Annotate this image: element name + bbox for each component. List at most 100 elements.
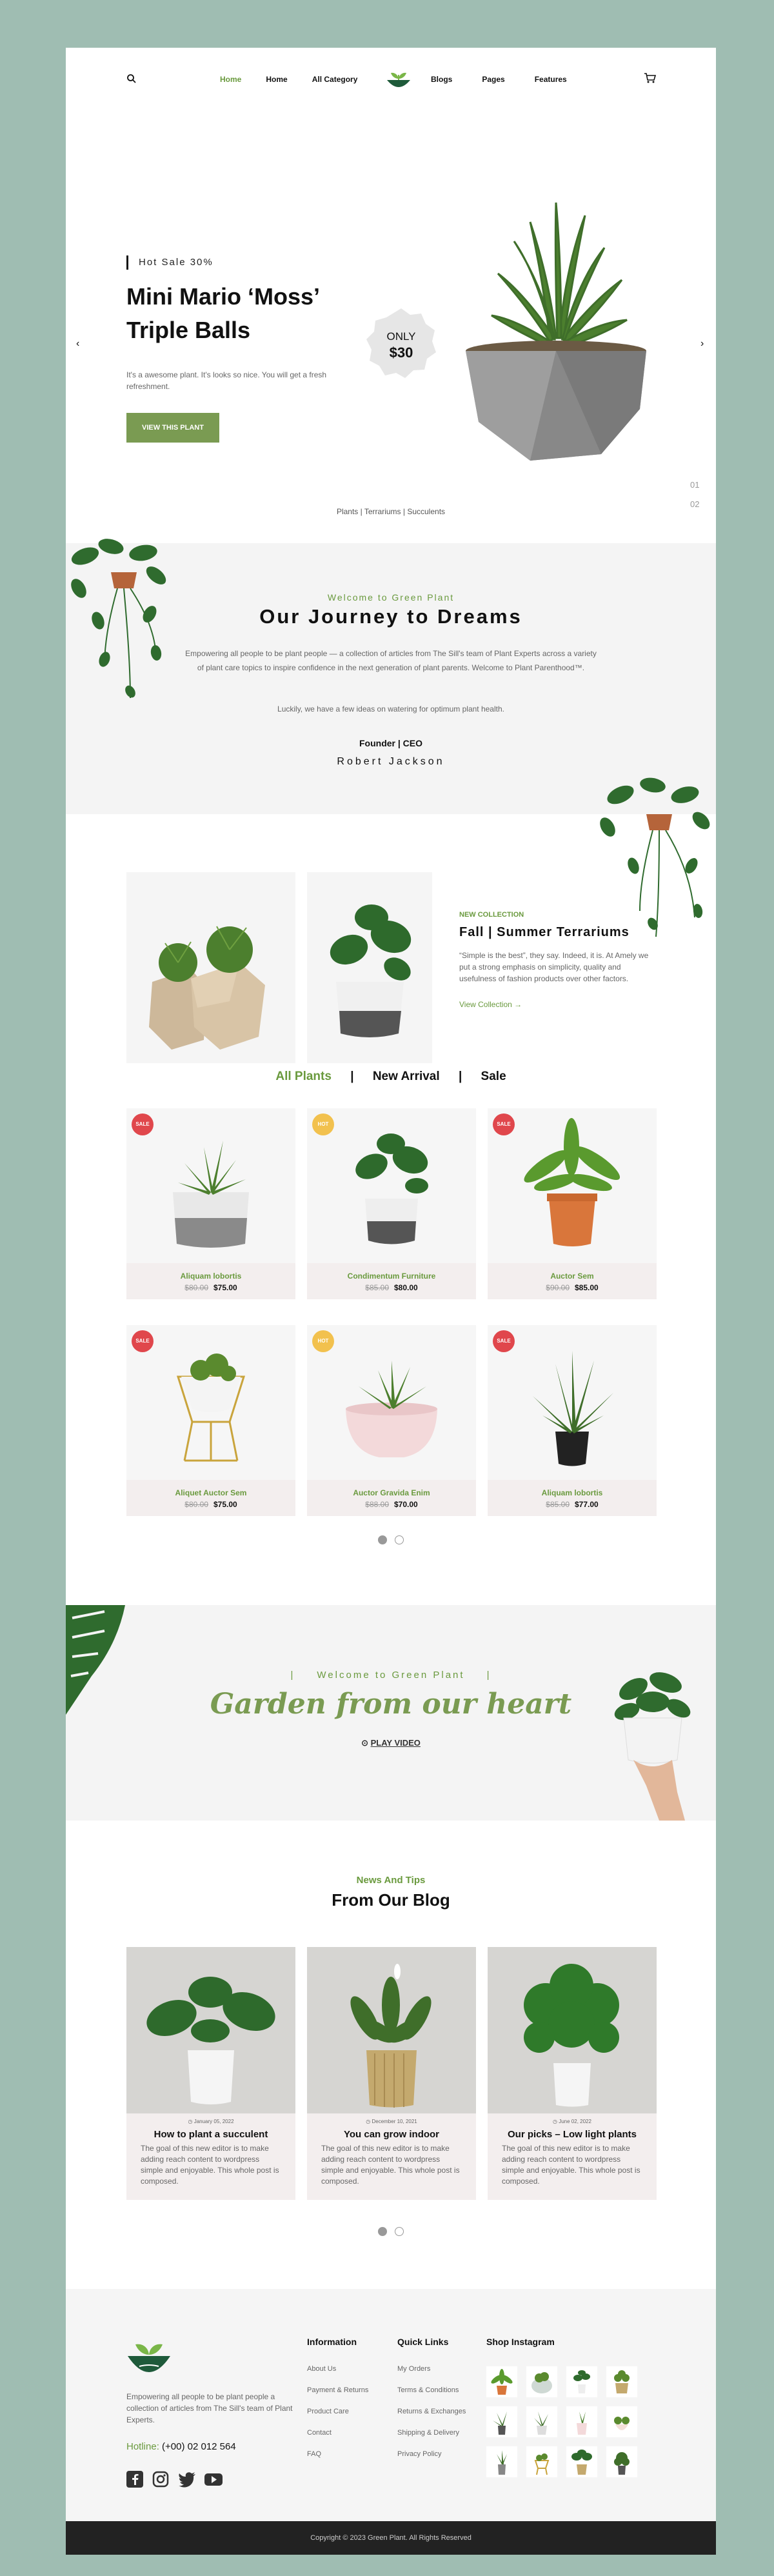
pagination-dot[interactable] bbox=[395, 2227, 404, 2236]
prev-slide-arrow-icon[interactable]: ‹ bbox=[76, 338, 79, 350]
product-price: $80.00 $75.00 bbox=[126, 1500, 295, 1509]
product-image bbox=[126, 1108, 295, 1263]
instagram-thumb[interactable] bbox=[486, 2406, 517, 2437]
next-slide-arrow-icon[interactable]: › bbox=[700, 338, 704, 350]
footer-logo[interactable] bbox=[126, 2337, 172, 2379]
top-nav: Home Home All Category Blogs Pages Featu… bbox=[66, 48, 716, 112]
post-title[interactable]: Our picks – Low light plants bbox=[488, 2129, 657, 2140]
nav-all-category[interactable]: All Category bbox=[312, 75, 358, 84]
new-price: $75.00 bbox=[213, 1500, 237, 1509]
nav-home[interactable]: Home bbox=[266, 75, 287, 84]
view-collection-link[interactable]: View Collection → bbox=[459, 1000, 522, 1009]
facebook-icon[interactable] bbox=[126, 2471, 144, 2488]
instagram-thumb[interactable] bbox=[486, 2366, 517, 2397]
sale-badge: SALE bbox=[493, 1330, 515, 1352]
post-title[interactable]: How to plant a succulent bbox=[126, 2129, 295, 2140]
tab-new-arrival[interactable]: New Arrival bbox=[373, 1070, 440, 1084]
product-pagination bbox=[66, 1535, 716, 1548]
product-info: Condimentum Furniture $85.00 $80.00 bbox=[307, 1263, 476, 1299]
collection-text: “Simple is the best”, they say. Indeed, … bbox=[459, 951, 649, 983]
sale-badge: SALE bbox=[132, 1113, 154, 1135]
terrarium-image-1[interactable] bbox=[126, 872, 295, 1063]
post-date-text: January 05, 2022 bbox=[194, 2119, 234, 2124]
post-title[interactable]: You can grow indoor bbox=[307, 2129, 476, 2140]
copyright-bar: Copyright © 2023 Green Plant. All Rights… bbox=[66, 2521, 716, 2555]
journey-paragraph: Empowering all people to be plant people… bbox=[185, 649, 597, 672]
product-card[interactable]: HOT Auctor Gravida Enim $88.00 $70.00 bbox=[307, 1325, 476, 1516]
new-price: $70.00 bbox=[394, 1500, 418, 1509]
blog-post-image bbox=[307, 1947, 476, 2113]
product-info: Auctor Sem $90.00 $85.00 bbox=[488, 1263, 657, 1299]
footer-link-terms[interactable]: Terms & Conditions bbox=[397, 2386, 466, 2394]
footer-link-returns[interactable]: Returns & Exchanges bbox=[397, 2408, 466, 2415]
founder-role: Founder | CEO bbox=[359, 738, 423, 748]
hotline-number[interactable]: (+00) 02 012 564 bbox=[162, 2441, 236, 2452]
blog-post-card[interactable]: ◷ December 10, 2021 You can grow indoor … bbox=[307, 1947, 476, 2200]
instagram-thumb[interactable] bbox=[526, 2406, 557, 2437]
nav-blogs[interactable]: Blogs bbox=[431, 75, 452, 84]
product-card[interactable]: HOT Condimentum Furniture $85.00 $80.00 bbox=[307, 1108, 476, 1299]
product-card[interactable]: SALE Aliquet Auctor Sem $80.00 $75.00 bbox=[126, 1325, 295, 1516]
product-name[interactable]: Aliquet Auctor Sem bbox=[126, 1488, 295, 1497]
footer-quick-links-column: Quick Links My Orders Terms & Conditions… bbox=[397, 2337, 466, 2471]
instagram-thumb[interactable] bbox=[526, 2446, 557, 2477]
product-name[interactable]: Aliquam lobortis bbox=[126, 1272, 295, 1281]
product-name[interactable]: Condimentum Furniture bbox=[307, 1272, 476, 1281]
product-card[interactable]: SALE Aliquam lobortis $85.00 $77.00 bbox=[488, 1325, 657, 1516]
instagram-thumb[interactable] bbox=[566, 2366, 597, 2397]
view-plant-button[interactable]: VIEW THIS PLANT bbox=[126, 413, 219, 443]
tab-all-plants[interactable]: All Plants bbox=[275, 1070, 332, 1084]
calendar-icon: ◷ bbox=[553, 2119, 559, 2124]
instagram-thumb[interactable] bbox=[486, 2446, 517, 2477]
footer-instagram-column: Shop Instagram bbox=[486, 2337, 555, 2365]
nav-home-active[interactable]: Home bbox=[220, 75, 241, 84]
play-icon: ⊙ bbox=[361, 1738, 371, 1748]
tab-sale[interactable]: Sale bbox=[481, 1070, 506, 1084]
instagram-thumb[interactable] bbox=[606, 2406, 637, 2437]
journey-note: Luckily, we have a few ideas on watering… bbox=[277, 704, 504, 714]
pagination-dot-active[interactable] bbox=[378, 1535, 387, 1544]
new-price: $77.00 bbox=[575, 1500, 599, 1509]
collection-section: NEW COLLECTION Fall | Summer Terrariums … bbox=[66, 777, 716, 1072]
product-name[interactable]: Auctor Sem bbox=[488, 1272, 657, 1281]
nav-pages[interactable]: Pages bbox=[482, 75, 504, 84]
pagination-dot[interactable] bbox=[395, 1535, 404, 1544]
instagram-thumb[interactable] bbox=[566, 2406, 597, 2437]
product-name[interactable]: Aliquam lobortis bbox=[488, 1488, 657, 1497]
old-price: $80.00 bbox=[184, 1500, 208, 1509]
terrarium-image-2[interactable] bbox=[307, 872, 432, 1063]
footer-link-contact[interactable]: Contact bbox=[307, 2429, 368, 2437]
footer-link-about[interactable]: About Us bbox=[307, 2365, 368, 2373]
product-card[interactable]: SALE Auctor Sem $90.00 $85.00 bbox=[488, 1108, 657, 1299]
brand-logo[interactable] bbox=[384, 66, 413, 92]
search-icon[interactable] bbox=[126, 74, 137, 84]
post-excerpt: The goal of this new editor is to make a… bbox=[141, 2144, 279, 2186]
footer-link-privacy[interactable]: Privacy Policy bbox=[397, 2450, 466, 2458]
footer-link-faq[interactable]: FAQ bbox=[307, 2450, 368, 2458]
slide-page-02[interactable]: 02 bbox=[690, 499, 699, 509]
pagination-dot-active[interactable] bbox=[378, 2227, 387, 2236]
youtube-icon[interactable] bbox=[204, 2471, 223, 2488]
slide-page-01[interactable]: 01 bbox=[690, 480, 699, 490]
nav-features[interactable]: Features bbox=[535, 75, 567, 84]
product-card[interactable]: SALE Aliquam lobortis $80.00 $75.00 bbox=[126, 1108, 295, 1299]
cart-icon[interactable] bbox=[644, 72, 657, 84]
hero-tag: Hot Sale 30% bbox=[126, 255, 213, 270]
footer-link-shipping[interactable]: Shipping & Delivery bbox=[397, 2429, 466, 2437]
blog-post-card[interactable]: ◷ January 05, 2022 How to plant a succul… bbox=[126, 1947, 295, 2200]
footer-link-payment[interactable]: Payment & Returns bbox=[307, 2386, 368, 2394]
product-name[interactable]: Auctor Gravida Enim bbox=[307, 1488, 476, 1497]
hero-categories[interactable]: Plants | Terrariums | Succulents bbox=[66, 507, 716, 516]
price-badge: ONLY $30 bbox=[364, 306, 439, 381]
new-price: $75.00 bbox=[213, 1283, 237, 1292]
instagram-thumb[interactable] bbox=[606, 2446, 637, 2477]
footer-link-product-care[interactable]: Product Care bbox=[307, 2408, 368, 2415]
instagram-thumb[interactable] bbox=[526, 2366, 557, 2397]
instagram-thumb[interactable] bbox=[606, 2366, 637, 2397]
twitter-icon[interactable] bbox=[178, 2471, 196, 2488]
instagram-thumb[interactable] bbox=[566, 2446, 597, 2477]
instagram-icon[interactable] bbox=[152, 2471, 170, 2488]
blog-post-card[interactable]: ◷ June 02, 2022 Our picks – Low light pl… bbox=[488, 1947, 657, 2200]
journey-title: Our Journey to Dreams bbox=[259, 605, 522, 628]
footer-link-orders[interactable]: My Orders bbox=[397, 2365, 466, 2373]
